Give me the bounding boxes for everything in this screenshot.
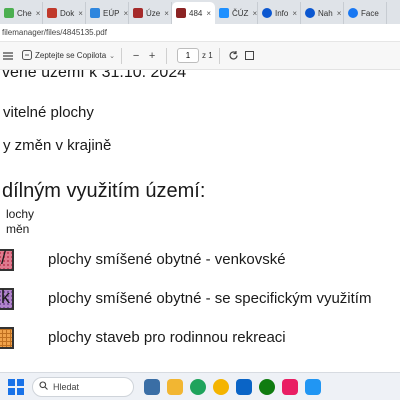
copilot-icon	[305, 8, 315, 18]
taskbar-apps	[144, 378, 321, 395]
tab-9-label: Face	[361, 8, 379, 18]
tab-6[interactable]: ČÚZ ×	[215, 2, 258, 24]
photos-icon[interactable]	[305, 378, 321, 395]
tab-5-active[interactable]: 484 ×	[172, 2, 215, 24]
chrome-icon	[4, 8, 14, 18]
tab-9[interactable]: Face	[344, 2, 387, 24]
tab-1[interactable]: Che ×	[0, 2, 43, 24]
legend-swatch-letter: /	[1, 248, 7, 268]
news-icon[interactable]	[144, 378, 160, 395]
close-icon[interactable]: ×	[252, 9, 257, 18]
close-icon[interactable]: ×	[123, 9, 128, 18]
legend-label: plochy staveb pro rodinnou rekreaci	[48, 329, 286, 346]
tab-7[interactable]: Info ×	[258, 2, 301, 24]
doc-line: vitelné plochy	[3, 104, 94, 121]
doc-subheading: lochy	[6, 207, 35, 221]
pdf-icon	[176, 8, 186, 18]
legend-label: plochy smíšené obytné - venkovské	[48, 251, 286, 268]
doc-line: y změn v krajině	[3, 137, 112, 154]
outlook-icon[interactable]	[236, 378, 252, 395]
address-bar[interactable]: filemanager/files/4845135.pdf	[0, 24, 400, 42]
tab-3-label: EÚP	[103, 8, 120, 18]
copilot-label: Zeptejte se Copilota	[35, 51, 107, 60]
url-text[interactable]: filemanager/files/4845135.pdf	[2, 28, 107, 37]
doc-heading: dílným využitím území:	[2, 180, 206, 202]
tab-strip: Che × Dok × EÚP × Úze × 484 × ČÚZ × Info × Nah ×…	[0, 0, 400, 24]
toolbar-divider	[218, 47, 220, 64]
toolbar-divider	[121, 47, 123, 64]
page-total: z 1	[202, 51, 213, 60]
tab-1-label: Che	[17, 8, 32, 18]
tab-7-label: Info	[275, 8, 289, 18]
legend-swatch	[0, 327, 14, 349]
paint-icon[interactable]	[282, 378, 298, 395]
copilot-button[interactable]: Zeptejte se Copilota ⌄	[22, 49, 116, 62]
zoom-out-icon[interactable]: −	[128, 48, 144, 64]
tab-2[interactable]: Dok ×	[43, 2, 86, 24]
taskbar-search[interactable]: Hledat	[32, 376, 134, 397]
screen: Che × Dok × EÚP × Úze × 484 × ČÚZ × Info × Nah ×…	[0, 0, 400, 400]
page-number-input[interactable]	[177, 48, 200, 63]
pdf-document: věné území k 31.10. 2024 vitelné plochy …	[0, 70, 400, 372]
tab-5-label: 484	[189, 8, 203, 18]
toolbar-divider	[166, 47, 168, 64]
search-placeholder: Hledat	[53, 381, 80, 392]
edge-icon[interactable]	[190, 378, 206, 395]
chevron-down-icon: ⌄	[109, 52, 116, 60]
pdf-toolbar: Zeptejte se Copilota ⌄ − + z 1	[0, 42, 400, 70]
globe-icon	[90, 8, 100, 18]
tab-6-label: ČÚZ	[232, 8, 249, 18]
close-icon[interactable]: ×	[164, 9, 169, 18]
close-icon[interactable]: ×	[78, 9, 83, 18]
globe-icon	[219, 8, 229, 18]
xbox-icon[interactable]	[259, 378, 275, 395]
tab-8[interactable]: Nah ×	[301, 2, 344, 24]
tab-2-label: Dok	[60, 8, 75, 18]
document-icon	[47, 8, 57, 18]
taskbar: Hledat	[0, 372, 400, 400]
copilot-icon	[22, 49, 32, 62]
windows-start-icon[interactable]	[8, 378, 24, 395]
map-icon	[133, 8, 143, 18]
facebook-icon	[348, 8, 358, 18]
file-explorer-icon[interactable]	[167, 378, 183, 395]
tab-4[interactable]: Úze ×	[129, 2, 172, 24]
close-icon[interactable]: ×	[206, 9, 211, 18]
close-icon[interactable]: ×	[292, 9, 297, 18]
fit-page-icon[interactable]	[242, 48, 258, 64]
copilot-icon	[262, 8, 272, 18]
tab-4-label: Úze	[146, 8, 161, 18]
search-icon	[39, 381, 48, 392]
doc-subheading: měn	[6, 222, 30, 236]
tab-3[interactable]: EÚP ×	[86, 2, 129, 24]
chrome-icon[interactable]	[213, 378, 229, 395]
contents-icon[interactable]	[0, 48, 16, 64]
tab-8-label: Nah	[318, 8, 333, 18]
zoom-in-icon[interactable]: +	[144, 48, 160, 64]
legend-swatch-letter: k	[1, 287, 10, 307]
close-icon[interactable]: ×	[337, 9, 342, 18]
rotate-icon[interactable]	[226, 48, 242, 64]
legend-label: plochy smíšené obytné - se specifickým v…	[48, 290, 372, 307]
doc-title: věné území k 31.10. 2024	[2, 70, 187, 81]
close-icon[interactable]: ×	[36, 9, 41, 18]
